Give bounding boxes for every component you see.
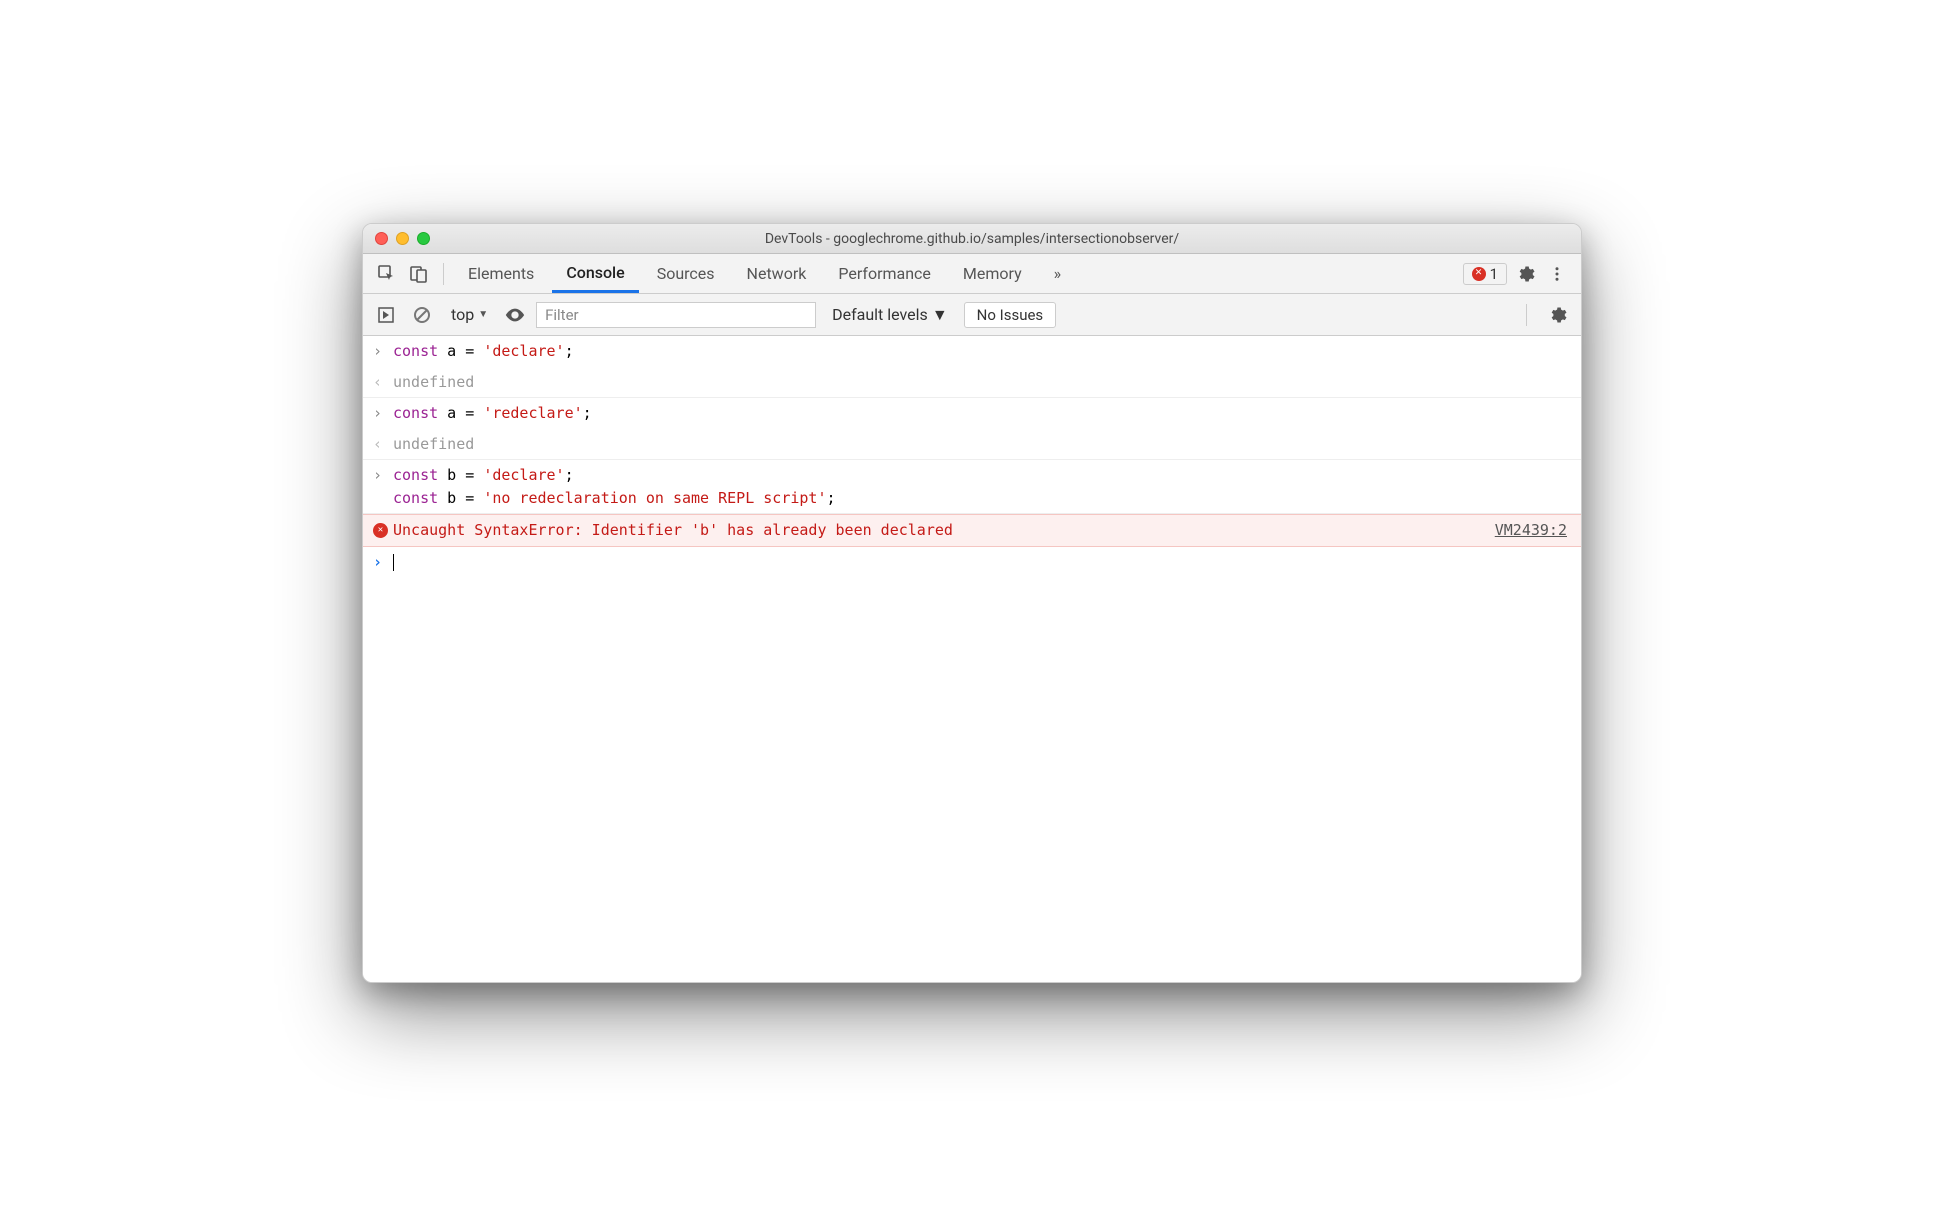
levels-label: Default levels <box>832 305 928 324</box>
console-prompt[interactable] <box>363 547 1581 578</box>
tab-elements[interactable]: Elements <box>454 254 548 293</box>
settings-gear-icon[interactable] <box>1511 264 1539 284</box>
console-input-row: const b = 'declare'; const b = 'no redec… <box>363 460 1581 514</box>
tab-sources[interactable]: Sources <box>643 254 729 293</box>
clear-console-icon[interactable] <box>409 302 435 328</box>
filter-placeholder: Filter <box>545 306 579 324</box>
console-toolbar: top ▼ Filter Default levels ▼ No Issues <box>363 294 1581 336</box>
console-output-row: undefined <box>363 367 1581 399</box>
tab-memory[interactable]: Memory <box>949 254 1036 293</box>
divider <box>443 263 444 285</box>
window-title: DevTools - googlechrome.github.io/sample… <box>363 231 1581 247</box>
error-circle-icon <box>373 523 388 538</box>
chevron-down-icon: ▼ <box>478 309 488 320</box>
zoom-icon[interactable] <box>417 232 430 245</box>
context-label: top <box>451 305 474 324</box>
close-icon[interactable] <box>375 232 388 245</box>
console-output[interactable]: const a = 'declare';undefinedconst a = '… <box>363 336 1581 982</box>
console-input-row: const a = 'redeclare'; <box>363 398 1581 429</box>
devtools-window: DevTools - googlechrome.github.io/sample… <box>362 223 1582 983</box>
tab-performance[interactable]: Performance <box>824 254 945 293</box>
inspect-icon[interactable] <box>373 260 401 288</box>
issues-button[interactable]: No Issues <box>964 302 1057 328</box>
error-count-badge[interactable]: 1 <box>1463 263 1507 285</box>
device-toggle-icon[interactable] <box>405 260 433 288</box>
divider <box>1526 304 1527 326</box>
titlebar: DevTools - googlechrome.github.io/sample… <box>363 224 1581 254</box>
chevron-down-icon: ▼ <box>932 305 948 325</box>
minimize-icon[interactable] <box>396 232 409 245</box>
error-count: 1 <box>1490 265 1498 283</box>
live-expression-icon[interactable] <box>504 304 526 326</box>
log-levels-selector[interactable]: Default levels ▼ <box>826 305 954 325</box>
traffic-lights <box>375 232 430 245</box>
console-input-row: const a = 'declare'; <box>363 336 1581 367</box>
filter-input[interactable]: Filter <box>536 302 816 328</box>
console-settings-gear-icon[interactable] <box>1543 305 1571 325</box>
source-link[interactable]: VM2439:2 <box>1495 521 1571 539</box>
context-selector[interactable]: top ▼ <box>445 305 494 324</box>
toggle-drawer-icon[interactable] <box>373 302 399 328</box>
tab-console[interactable]: Console <box>552 254 638 293</box>
console-output-row: undefined <box>363 429 1581 461</box>
panel-tabs: Elements Console Sources Network Perform… <box>363 254 1581 294</box>
error-circle-icon <box>1472 267 1486 281</box>
tabs-overflow[interactable]: » <box>1040 254 1076 293</box>
tab-network[interactable]: Network <box>733 254 821 293</box>
console-error-row: Uncaught SyntaxError: Identifier 'b' has… <box>363 514 1581 547</box>
kebab-menu-icon[interactable] <box>1543 265 1571 283</box>
